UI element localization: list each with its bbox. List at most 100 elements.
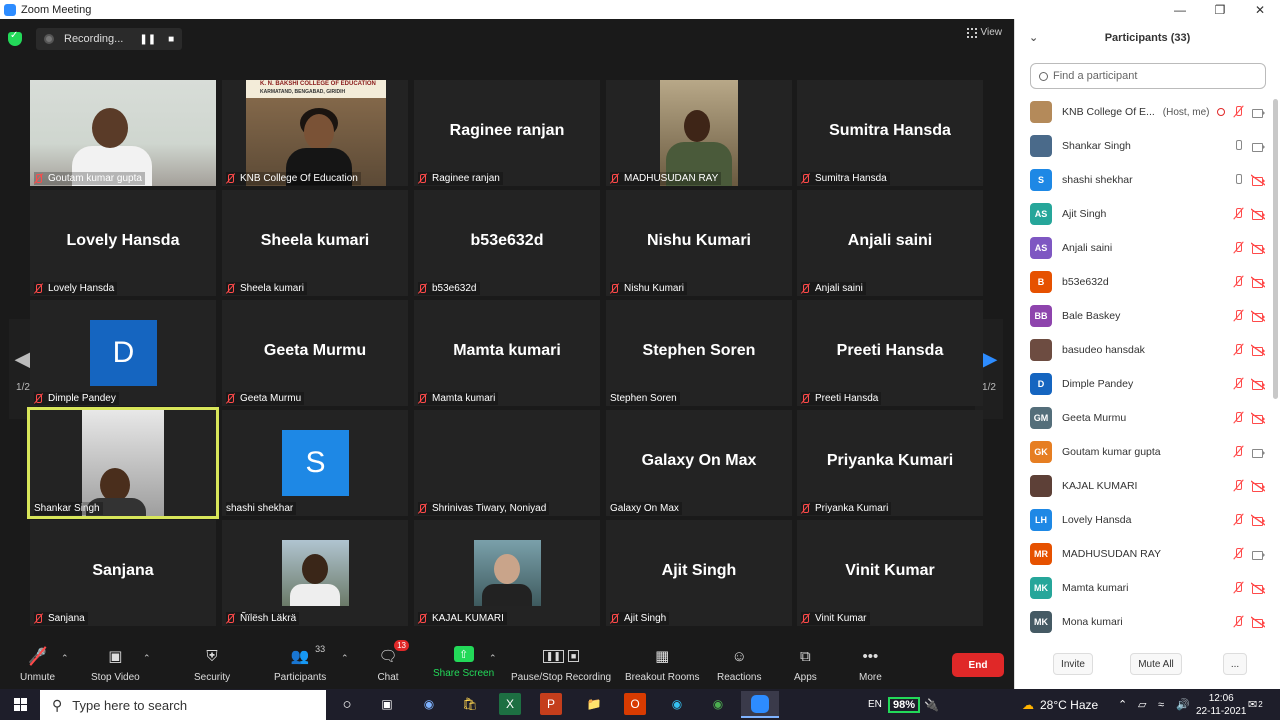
shield-icon[interactable] — [8, 30, 22, 46]
participant-row[interactable]: LH Lovely Hansda — [1015, 503, 1271, 537]
participant-tile[interactable]: Lovely Hansda Lovely Hansda — [30, 190, 216, 296]
participant-row[interactable]: AS Anjali saini — [1015, 231, 1271, 265]
participant-tile[interactable]: Sheela kumari Sheela kumari — [222, 190, 408, 296]
participants-button[interactable]: 👥 33 Participants — [274, 644, 326, 683]
camera-off-icon[interactable] — [1251, 479, 1265, 493]
store-icon[interactable]: 🛍 — [459, 693, 481, 715]
participant-tile[interactable]: Geeta Murmu Geeta Murmu — [222, 300, 408, 406]
video-options-chevron-icon[interactable]: ⌃ — [143, 653, 151, 664]
wifi-icon[interactable]: ≈ — [1158, 689, 1164, 720]
participant-tile[interactable]: K. N. BAKSHI COLLEGE OF EDUCATION KARMATA… — [222, 80, 408, 186]
minimize-button[interactable]: — — [1160, 0, 1200, 19]
participant-tile[interactable]: Anjali saini Anjali saini — [797, 190, 983, 296]
participant-row[interactable]: GK Goutam kumar gupta — [1015, 435, 1271, 469]
camera-off-icon[interactable] — [1251, 615, 1265, 629]
participant-tile[interactable]: Raginee ranjan Raginee ranjan — [414, 80, 600, 186]
participant-tile[interactable]: Preeti Hansda Preeti Hansda — [797, 300, 983, 406]
windows-start-icon[interactable] — [9, 693, 31, 715]
participant-row[interactable]: KAJAL KUMARI — [1015, 469, 1271, 503]
participant-row[interactable]: MK Mona kumari — [1015, 605, 1271, 639]
network-icon[interactable]: ▱ — [1138, 689, 1146, 720]
participant-tile[interactable]: D Dimple Pandey — [30, 300, 216, 406]
task-view-icon[interactable]: ▣ — [376, 693, 398, 715]
participant-tile[interactable]: Goutam kumar gupta — [30, 80, 216, 186]
edge-icon[interactable]: ◉ — [666, 693, 688, 715]
stop-recording-button[interactable]: ■ — [168, 34, 174, 45]
language-indicator[interactable]: EN — [868, 689, 882, 720]
share-screen-button[interactable]: ⇧ Share Screen — [433, 646, 494, 679]
camera-icon[interactable] — [1251, 139, 1265, 153]
breakout-rooms-button[interactable]: ▦ Breakout Rooms — [625, 646, 699, 683]
chrome-icon[interactable]: ◉ — [707, 693, 729, 715]
excel-icon[interactable]: X — [499, 693, 521, 715]
participant-tile[interactable]: Galaxy On Max Galaxy On Max — [606, 410, 792, 516]
participant-tile[interactable]: Sshashi shekhar — [222, 410, 408, 516]
zoom-taskbar-icon[interactable] — [741, 691, 779, 718]
mic-icon[interactable] — [1231, 139, 1245, 153]
camera-off-icon[interactable] — [1251, 513, 1265, 527]
participant-tile[interactable]: Ñïlësh Läkrä — [222, 520, 408, 626]
mic-muted-icon[interactable] — [1231, 105, 1245, 119]
reactions-button[interactable]: ☺ Reactions — [717, 646, 761, 684]
clock[interactable]: 12:06 22-11-2021 — [1196, 689, 1246, 720]
participant-row[interactable]: AS Ajit Singh — [1015, 197, 1271, 231]
mic-muted-icon[interactable] — [1231, 445, 1245, 459]
taskbar-search-input[interactable]: ⚲ Type here to search — [40, 690, 326, 720]
participant-row[interactable]: BB Bale Baskey — [1015, 299, 1271, 333]
notification-center[interactable]: ✉ 2 — [1248, 689, 1263, 720]
app-icon-1[interactable]: ◉ — [418, 693, 440, 715]
participant-list-scrollbar[interactable] — [1273, 99, 1278, 399]
audio-options-chevron-icon[interactable]: ⌃ — [61, 653, 69, 664]
mic-muted-icon[interactable] — [1231, 207, 1245, 221]
office-icon[interactable]: O — [624, 693, 646, 715]
mic-muted-icon[interactable] — [1231, 343, 1245, 357]
security-button[interactable]: ⛨ Security — [194, 646, 230, 684]
unmute-button[interactable]: 🎤 Unmute — [20, 646, 55, 683]
mic-muted-icon[interactable] — [1231, 513, 1245, 527]
participant-tile[interactable]: Stephen Soren Stephen Soren — [606, 300, 792, 406]
participant-tile[interactable]: Sumitra Hansda Sumitra Hansda — [797, 80, 983, 186]
invite-button[interactable]: Invite — [1053, 653, 1093, 675]
participant-row[interactable]: D Dimple Pandey — [1015, 367, 1271, 401]
apps-button[interactable]: ⧉ Apps — [794, 646, 817, 684]
more-button[interactable]: ••• More — [859, 646, 882, 684]
participant-row[interactable]: Sshashi shekhar — [1015, 163, 1271, 197]
mic-muted-icon[interactable] — [1231, 241, 1245, 255]
cortana-icon[interactable]: ○ — [336, 693, 358, 715]
camera-off-icon[interactable] — [1251, 581, 1265, 595]
close-button[interactable]: ✕ — [1240, 0, 1280, 19]
view-button[interactable]: View — [966, 27, 1002, 38]
stop-video-button[interactable]: ▣ Stop Video — [91, 646, 140, 683]
participant-tile[interactable]: b53e632d b53e632d — [414, 190, 600, 296]
participant-row[interactable]: GM Geeta Murmu — [1015, 401, 1271, 435]
participant-tile[interactable]: Shrinivas Tiwary, Noniyad — [414, 410, 600, 516]
end-meeting-button[interactable]: End — [952, 653, 1004, 677]
tray-chevron-icon[interactable]: ⌃ — [1118, 689, 1127, 720]
mic-muted-icon[interactable] — [1231, 547, 1245, 561]
camera-off-icon[interactable] — [1251, 275, 1265, 289]
participant-tile[interactable]: Mamta kumari Mamta kumari — [414, 300, 600, 406]
participant-tile[interactable]: Shankar Singh — [27, 407, 219, 519]
weather-widget[interactable]: ☁ 28°C Haze — [1022, 689, 1098, 720]
mic-muted-icon[interactable] — [1231, 615, 1245, 629]
mic-muted-icon[interactable] — [1231, 411, 1245, 425]
participant-tile[interactable]: Sanjana Sanjana — [30, 520, 216, 626]
participant-row[interactable]: Bb53e632d — [1015, 265, 1271, 299]
camera-off-icon[interactable] — [1251, 377, 1265, 391]
camera-off-icon[interactable] — [1251, 207, 1265, 221]
panel-more-button[interactable]: ... — [1223, 653, 1247, 675]
participant-row[interactable]: KNB College Of E... (Host, me) — [1015, 95, 1271, 129]
pause-recording-button[interactable]: ❚❚ — [139, 34, 156, 45]
mic-muted-icon[interactable] — [1231, 581, 1245, 595]
camera-off-icon[interactable] — [1251, 411, 1265, 425]
file-explorer-icon[interactable]: 📁 — [583, 693, 605, 715]
participant-row[interactable]: basudeo hansdak — [1015, 333, 1271, 367]
mic-muted-icon[interactable] — [1231, 377, 1245, 391]
participant-search-input[interactable]: Find a participant — [1030, 63, 1266, 89]
mic-muted-icon[interactable] — [1231, 309, 1245, 323]
participant-tile[interactable]: Nishu Kumari Nishu Kumari — [606, 190, 792, 296]
powerpoint-icon[interactable]: P — [540, 693, 562, 715]
share-options-chevron-icon[interactable]: ⌃ — [489, 653, 497, 664]
participants-chevron-icon[interactable]: ⌃ — [341, 653, 349, 664]
participant-tile[interactable]: KAJAL KUMARI — [414, 520, 600, 626]
